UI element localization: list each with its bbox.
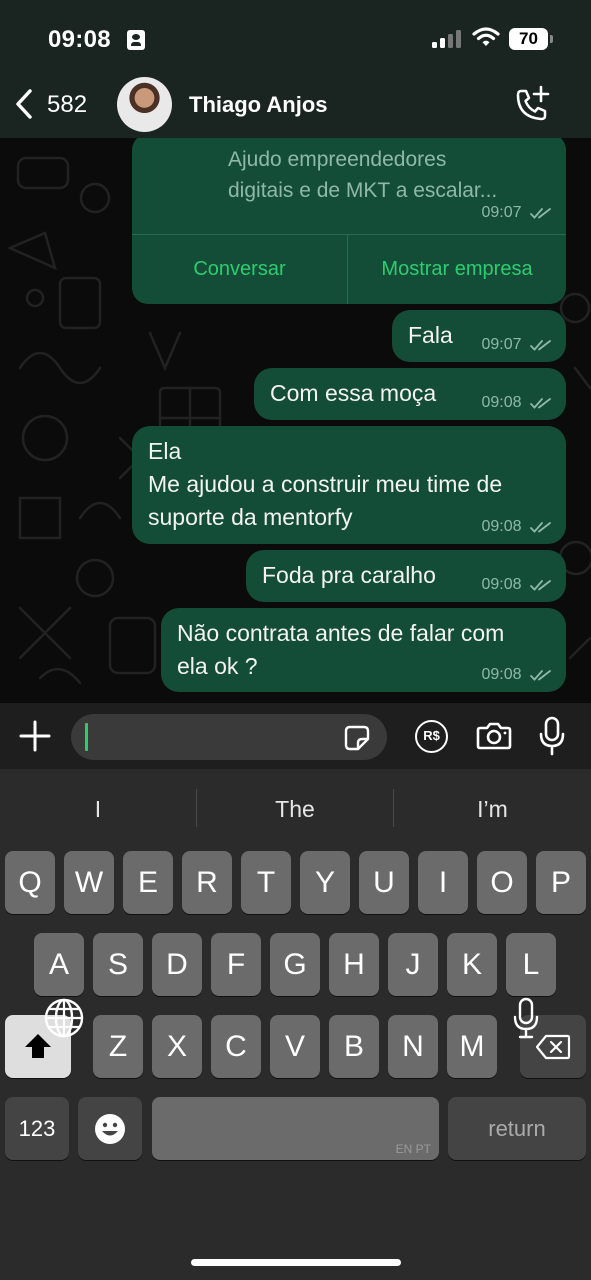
- status-time: 09:08: [48, 26, 111, 53]
- battery-indicator: 70: [509, 28, 553, 50]
- return-key[interactable]: return: [448, 1097, 586, 1160]
- globe-icon[interactable]: [43, 997, 85, 1039]
- back-chevron-icon[interactable]: [12, 87, 36, 121]
- message-meta: 09:08: [482, 394, 555, 412]
- key-s[interactable]: S: [93, 933, 143, 996]
- wifi-icon: [472, 27, 500, 46]
- emoji-key[interactable]: [78, 1097, 142, 1160]
- key-m[interactable]: M: [447, 1015, 497, 1078]
- key-v[interactable]: V: [270, 1015, 320, 1078]
- back-unread-count[interactable]: 582: [47, 91, 87, 119]
- home-indicator[interactable]: [191, 1259, 401, 1266]
- outgoing-message[interactable]: Ela Me ajudou a construir meu time de su…: [132, 426, 566, 544]
- message-input[interactable]: [71, 714, 387, 760]
- contact-avatar[interactable]: [117, 77, 172, 132]
- key-p[interactable]: P: [536, 851, 586, 914]
- space-bar[interactable]: EN PT: [152, 1097, 439, 1160]
- key-a[interactable]: A: [34, 933, 84, 996]
- outgoing-message[interactable]: Fala 09:07: [392, 310, 566, 362]
- message-text-line: Não contrata antes de falar com: [177, 620, 505, 646]
- add-call-icon[interactable]: [512, 85, 552, 125]
- language-hint: EN PT: [395, 1142, 431, 1156]
- show-business-button[interactable]: Mostrar empresa: [348, 235, 566, 304]
- business-profile-card: Ajudo empreendedores digitais e de MKT a…: [132, 138, 566, 304]
- keyboard: I The I’m Q W E R T Y U I O P A S D F G …: [0, 769, 591, 1280]
- key-y[interactable]: Y: [300, 851, 350, 914]
- numbers-key[interactable]: 123: [5, 1097, 69, 1160]
- key-z[interactable]: Z: [93, 1015, 143, 1078]
- suggestion-2[interactable]: The: [197, 789, 393, 829]
- key-g[interactable]: G: [270, 933, 320, 996]
- delivered-ticks-icon: [530, 579, 551, 591]
- chat-header: 582 Thiago Anjos: [0, 75, 591, 138]
- message-meta: 09:08: [482, 518, 555, 536]
- key-h[interactable]: H: [329, 933, 379, 996]
- outgoing-message[interactable]: Foda pra caralho 09:08: [246, 550, 566, 602]
- delivered-ticks-icon: [530, 669, 551, 681]
- suggestion-3[interactable]: I’m: [394, 789, 591, 829]
- message-meta: 09:08: [482, 666, 555, 684]
- key-x[interactable]: X: [152, 1015, 202, 1078]
- key-d[interactable]: D: [152, 933, 202, 996]
- key-o[interactable]: O: [477, 851, 527, 914]
- delivered-ticks-icon: [530, 207, 551, 219]
- microphone-icon[interactable]: [538, 716, 566, 756]
- suggestion-1[interactable]: I: [0, 789, 196, 829]
- key-b[interactable]: B: [329, 1015, 379, 1078]
- key-l[interactable]: L: [506, 933, 556, 996]
- contact-card-icon: [127, 30, 145, 50]
- dictation-microphone-icon[interactable]: [512, 997, 540, 1039]
- cellular-signal-icon: [432, 30, 462, 48]
- delivered-ticks-icon: [530, 521, 551, 533]
- payment-button[interactable]: R$: [415, 720, 448, 753]
- plus-icon[interactable]: [19, 720, 51, 752]
- text-caret: [85, 723, 88, 751]
- key-t[interactable]: T: [241, 851, 291, 914]
- message-meta: 09:07: [482, 336, 555, 354]
- business-description: Ajudo empreendedores digitais e de MKT a…: [228, 148, 498, 202]
- camera-icon[interactable]: [476, 721, 512, 751]
- key-n[interactable]: N: [388, 1015, 438, 1078]
- key-k[interactable]: K: [447, 933, 497, 996]
- key-r[interactable]: R: [182, 851, 232, 914]
- card-timestamp: 09:07: [482, 204, 555, 222]
- delivered-ticks-icon: [530, 397, 551, 409]
- key-q[interactable]: Q: [5, 851, 55, 914]
- outgoing-message[interactable]: Não contrata antes de falar com ela ok ?…: [161, 608, 566, 692]
- delivered-ticks-icon: [530, 339, 551, 351]
- key-e[interactable]: E: [123, 851, 173, 914]
- chat-button[interactable]: Conversar: [132, 235, 347, 304]
- chat-area[interactable]: Ajudo empreendedores digitais e de MKT a…: [0, 138, 591, 703]
- key-w[interactable]: W: [64, 851, 114, 914]
- message-text-line: Me ajudou a construir meu time de: [148, 471, 503, 497]
- message-composer: R$: [0, 703, 591, 769]
- backspace-icon: [535, 1034, 571, 1060]
- message-text-line: Ela: [148, 438, 182, 464]
- message-meta: 09:08: [482, 576, 555, 594]
- contact-name[interactable]: Thiago Anjos: [189, 92, 328, 118]
- outgoing-message[interactable]: Com essa moça 09:08: [254, 368, 566, 420]
- key-f[interactable]: F: [211, 933, 261, 996]
- status-bar: 09:08 70: [0, 0, 591, 75]
- emoji-icon: [95, 1114, 125, 1144]
- key-i[interactable]: I: [418, 851, 468, 914]
- key-c[interactable]: C: [211, 1015, 261, 1078]
- key-u[interactable]: U: [359, 851, 409, 914]
- key-j[interactable]: J: [388, 933, 438, 996]
- sticker-icon[interactable]: [344, 725, 370, 751]
